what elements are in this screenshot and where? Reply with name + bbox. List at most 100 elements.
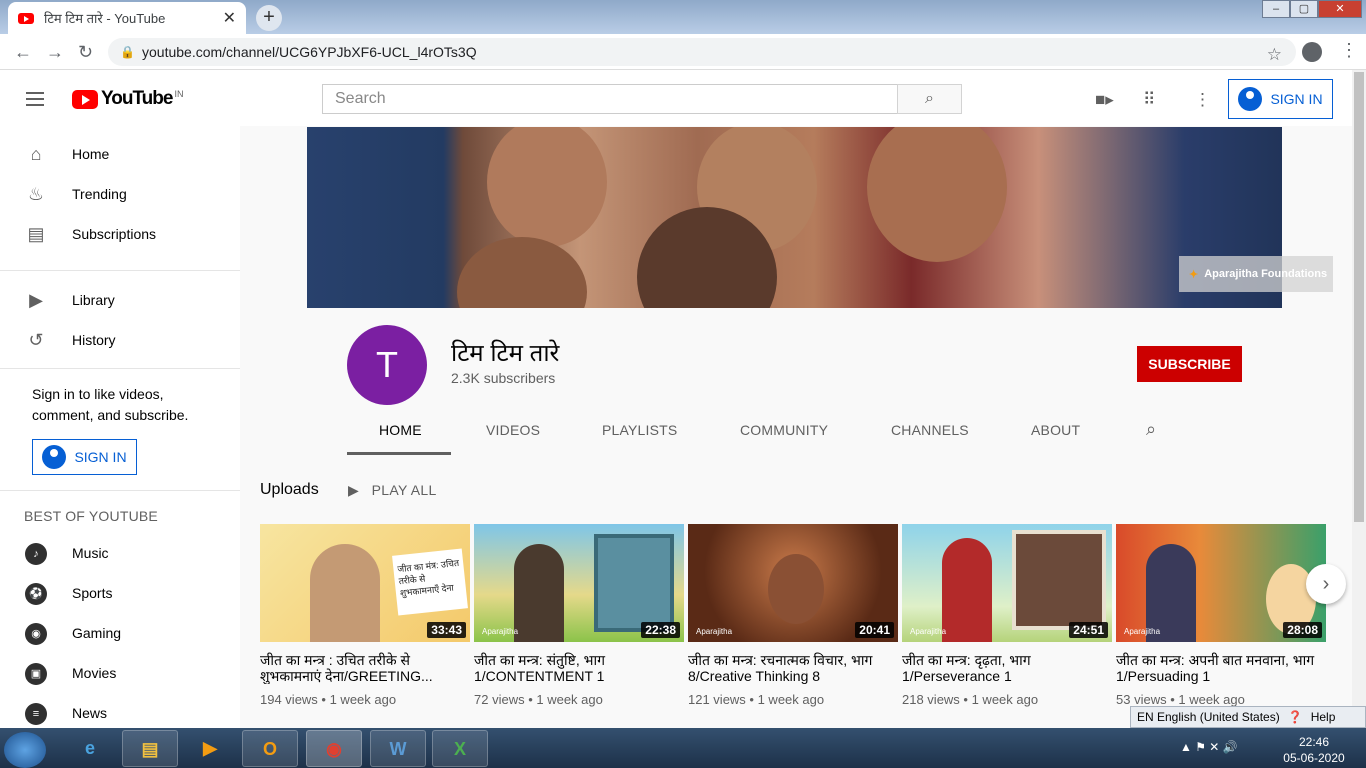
language-bar[interactable]: EN English (United States) ❓ Help — [1130, 706, 1366, 728]
sidebar-item-history[interactable]: ↺ History — [0, 320, 240, 360]
file-explorer-icon[interactable]: ▤ — [122, 730, 178, 767]
uploads-title[interactable]: Uploads — [260, 481, 319, 499]
video-card[interactable]: Aparajitha 20:41 जीत का मन्त्र: रचनात्मक… — [688, 524, 898, 707]
forward-icon[interactable]: → — [46, 42, 64, 63]
sidebar-item-label: Music — [72, 545, 109, 561]
sidebar-item-gaming[interactable]: ◉ Gaming — [0, 613, 240, 653]
video-title[interactable]: जीत का मन्त्र: अपनी बात मनवाना, भाग 1/Pe… — [1116, 652, 1326, 684]
banner-link-badge[interactable]: ✦ Aparajitha Foundations — [1179, 256, 1333, 292]
sidebar-item-sports[interactable]: ⚽ Sports — [0, 573, 240, 613]
profile-icon[interactable] — [1302, 42, 1322, 62]
url-text: youtube.com/channel/UCG6YPJbXF6-UCL_l4rO… — [142, 44, 477, 60]
sidebar-item-trending[interactable]: ♨ Trending — [0, 174, 240, 214]
tab-channels[interactable]: CHANNELS — [891, 422, 969, 438]
sidebar-item-home[interactable]: ⌂ Home — [0, 134, 240, 174]
bookmark-star-icon[interactable]: ☆ — [1267, 41, 1282, 69]
maximize-button[interactable]: ▢ — [1290, 0, 1318, 18]
sidebar: ⌂ Home ♨ Trending ▤ Subscriptions ▶ Libr… — [0, 126, 240, 728]
video-title[interactable]: जीत का मन्त्र : उचित तरीके से शुभकामनाएं… — [260, 652, 470, 684]
close-window-button[interactable]: ✕ — [1318, 0, 1362, 18]
system-tray-icons[interactable]: ▲ ⚑ ✕ 🔊 — [1180, 740, 1238, 754]
carousel-next-button[interactable]: › — [1306, 564, 1346, 604]
back-icon[interactable]: ← — [14, 42, 32, 63]
video-card[interactable]: जीत का मंत्र: उचित तरीके से शुभकामनाएँ द… — [260, 524, 470, 707]
video-card[interactable]: Aparajitha 24:51 जीत का मन्त्र: दृढ़ता, … — [902, 524, 1112, 707]
sidebar-sign-in-button[interactable]: SIGN IN — [32, 439, 137, 475]
video-thumbnail[interactable]: Aparajitha 22:38 — [474, 524, 684, 642]
channel-avatar[interactable]: T — [347, 325, 427, 405]
sidebar-divider — [0, 270, 240, 271]
settings-dots-icon[interactable]: ⋮ — [1194, 90, 1211, 110]
video-title[interactable]: जीत का मन्त्र: संतुष्टि, भाग 1/CONTENTME… — [474, 652, 684, 684]
sidebar-item-label: Library — [72, 292, 115, 308]
video-thumbnail[interactable]: Aparajitha 28:08 — [1116, 524, 1326, 642]
browser-tab[interactable]: टिम टिम तारे - YouTube ✕ — [8, 2, 246, 34]
address-bar[interactable]: 🔒 youtube.com/channel/UCG6YPJbXF6-UCL_l4… — [108, 38, 1296, 66]
new-tab-button[interactable]: + — [256, 5, 282, 31]
video-card[interactable]: Aparajitha 28:08 जीत का मन्त्र: अपनी बात… — [1116, 524, 1326, 707]
internet-explorer-icon[interactable]: e — [62, 730, 118, 767]
youtube-logo[interactable]: YouTube IN — [72, 88, 183, 110]
chevron-right-icon: › — [1322, 573, 1330, 595]
tab-playlists[interactable]: PLAYLISTS — [602, 422, 677, 438]
youtube-play-icon — [72, 89, 98, 109]
word-icon[interactable]: W — [370, 730, 426, 767]
sidebar-item-subscriptions[interactable]: ▤ Subscriptions — [0, 214, 240, 254]
help-icon[interactable]: ❓ — [1288, 710, 1303, 724]
excel-icon[interactable]: X — [432, 730, 488, 767]
minimize-button[interactable]: – — [1262, 0, 1290, 18]
tab-videos[interactable]: VIDEOS — [486, 422, 540, 438]
movies-icon: ▣ — [25, 663, 47, 685]
account-icon — [42, 445, 67, 469]
reload-icon[interactable]: ↻ — [78, 42, 93, 63]
video-title[interactable]: जीत का मन्त्र: दृढ़ता, भाग 1/Perseveranc… — [902, 652, 1112, 684]
start-button[interactable] — [4, 732, 46, 768]
tab-about[interactable]: ABOUT — [1031, 422, 1080, 438]
video-card[interactable]: Aparajitha 22:38 जीत का मन्त्र: संतुष्टि… — [474, 524, 684, 707]
channel-banner — [307, 127, 1282, 308]
sidebar-item-label: Trending — [72, 186, 127, 202]
clock[interactable]: 22:46 05-06-2020 — [1276, 734, 1352, 766]
sign-in-label: SIGN IN — [1270, 91, 1323, 107]
account-icon — [1238, 87, 1263, 111]
thumbnail-text: Aparajitha — [910, 627, 947, 636]
sports-icon: ⚽ — [25, 583, 47, 605]
sidebar-item-movies[interactable]: ▣ Movies — [0, 653, 240, 693]
outlook-icon[interactable]: O — [242, 730, 298, 767]
scrollbar-thumb[interactable] — [1354, 72, 1364, 522]
best-of-youtube-heading: BEST OF YOUTUBE — [24, 508, 158, 524]
search-button[interactable]: ⌕ — [897, 84, 962, 114]
sign-in-button[interactable]: SIGN IN — [1228, 79, 1333, 119]
create-video-icon[interactable]: ■▸ — [1095, 90, 1114, 110]
sidebar-item-library[interactable]: ▶ Library — [0, 280, 240, 320]
subscribe-button[interactable]: SUBSCRIBE — [1137, 346, 1242, 382]
video-thumbnail[interactable]: जीत का मंत्र: उचित तरीके से शुभकामनाएँ द… — [260, 524, 470, 642]
browser-menu-icon[interactable]: ⋮ — [1340, 40, 1358, 61]
hamburger-menu-icon[interactable] — [26, 92, 44, 106]
thumbnail-text: जीत का मंत्र: उचित तरीके से शुभकामनाएँ द… — [392, 548, 468, 616]
sidebar-item-news[interactable]: ≡ News — [0, 693, 240, 728]
apps-grid-icon[interactable]: ⠿ — [1143, 90, 1155, 110]
video-duration: 33:43 — [427, 622, 466, 638]
sidebar-item-music[interactable]: ♪ Music — [0, 533, 240, 573]
media-player-icon[interactable]: ▶ — [182, 730, 238, 767]
channel-search-icon[interactable]: ⌕ — [1146, 419, 1156, 440]
sidebar-item-label: Home — [72, 146, 110, 162]
help-label[interactable]: Help — [1311, 710, 1336, 724]
logo-text: YouTube — [101, 88, 173, 109]
close-tab-icon[interactable]: ✕ — [223, 8, 236, 28]
video-views: 121 views — [688, 692, 746, 707]
sidebar-item-label: Movies — [72, 665, 117, 681]
video-thumbnail[interactable]: Aparajitha 20:41 — [688, 524, 898, 642]
language-label[interactable]: EN English (United States) — [1137, 710, 1280, 724]
play-all-button[interactable]: ▶ PLAY ALL — [348, 482, 437, 499]
search-icon: ⌕ — [925, 90, 934, 107]
chrome-icon[interactable]: ◉ — [306, 730, 362, 767]
video-thumbnail[interactable]: Aparajitha 24:51 — [902, 524, 1112, 642]
video-views: 72 views — [474, 692, 525, 707]
sidebar-item-label: Subscriptions — [72, 226, 157, 242]
tab-home[interactable]: HOME — [379, 422, 422, 438]
video-title[interactable]: जीत का मन्त्र: रचनात्मक विचार, भाग 8/Cre… — [688, 652, 898, 684]
search-input[interactable]: Search — [322, 84, 898, 114]
tab-community[interactable]: COMMUNITY — [740, 422, 828, 438]
